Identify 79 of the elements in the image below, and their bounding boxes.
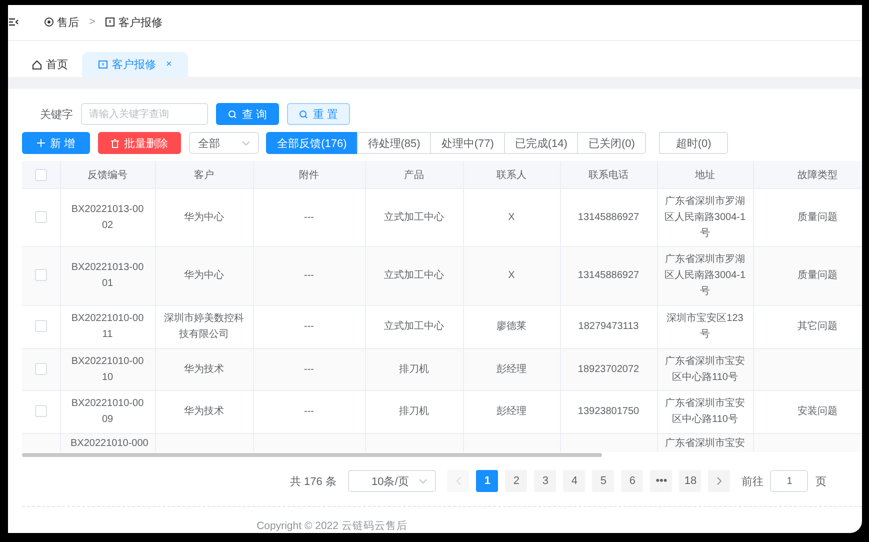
menu-icon[interactable]	[8, 16, 20, 28]
row-checkbox[interactable]	[34, 269, 47, 282]
filter-tab[interactable]: 全部反馈(176)	[266, 132, 358, 154]
page-button[interactable]: 1	[476, 470, 498, 492]
table-cell: BX20221010-0010	[60, 348, 155, 390]
column-header: 联系人	[463, 161, 560, 188]
copyright-text: Copyright © 2022 云链码云售后	[22, 506, 862, 533]
filter-tab[interactable]: 超时(0)	[658, 132, 728, 154]
column-header: 产品	[365, 161, 463, 188]
home-icon	[32, 60, 42, 70]
table-cell: 广东省深圳市宝安	[657, 434, 753, 452]
search-icon	[228, 110, 237, 118]
tab[interactable]: 首页	[18, 52, 82, 77]
table-cell: BX20221013-0001	[60, 246, 155, 306]
trash-icon	[111, 138, 120, 148]
column-header: 附件	[253, 161, 365, 188]
query-button[interactable]: 查 询	[216, 103, 280, 125]
total-count: 共 176 条	[290, 474, 336, 488]
page-button[interactable]: 18	[679, 470, 702, 492]
page-button[interactable]: •••	[650, 470, 672, 492]
row-checkbox[interactable]	[34, 362, 47, 375]
field-label: 关键字	[40, 108, 73, 122]
chevron-right-icon	[716, 477, 722, 485]
table-cell: 彭经理	[463, 348, 560, 390]
chevron-down-icon	[242, 140, 250, 146]
table-cell: ---	[253, 246, 365, 306]
breadcrumb-item[interactable]: 客户报修	[118, 14, 162, 30]
goto-unit: 页	[815, 474, 826, 488]
tab[interactable]: 客户报修 ×	[82, 52, 188, 77]
previous-page-button[interactable]	[447, 470, 470, 492]
table-cell: ---	[253, 348, 365, 390]
page-input[interactable]: 1	[770, 470, 808, 492]
horizontal-scrollbar[interactable]	[22, 453, 602, 457]
column-header: 反馈编号	[60, 161, 155, 188]
table-cell: 华为中心	[155, 246, 253, 306]
next-page-button[interactable]	[708, 470, 730, 492]
table-cell: X	[463, 246, 560, 306]
table-cell: 13145886927	[560, 246, 657, 306]
goto-label: 前往	[741, 474, 764, 488]
column-header: 联系电话	[560, 161, 657, 188]
column-header: 地址	[657, 161, 753, 188]
breadcrumb-separator: >	[89, 16, 96, 28]
table-cell: 质量问题	[753, 246, 862, 306]
table-cell: 排刀机	[365, 348, 463, 390]
filter-tab[interactable]: 待处理(85)	[356, 132, 432, 154]
close-button[interactable]: ×	[166, 59, 172, 70]
select-all-checkbox[interactable]	[34, 168, 47, 180]
add-button[interactable]: 新 增	[22, 132, 90, 154]
page-size-select[interactable]: 10条/页	[348, 470, 436, 492]
row-checkbox[interactable]	[34, 210, 47, 223]
column-header: 客户	[155, 161, 253, 188]
batch-delete-button[interactable]: 批量删除	[98, 132, 182, 154]
column-header: 故障类型	[753, 161, 862, 188]
table-cell: 立式加工中心	[365, 246, 463, 306]
chevron-left-icon	[456, 477, 461, 485]
page-button[interactable]: 2	[505, 470, 528, 492]
page-button[interactable]: 6	[621, 470, 644, 492]
plus-icon	[37, 139, 45, 147]
table-cell: 广东省深圳市宝安区中心路110号	[657, 348, 753, 390]
search-icon	[299, 110, 308, 118]
page-button[interactable]: 3	[534, 470, 556, 492]
page-button[interactable]: 5	[592, 470, 614, 492]
filter-tab[interactable]: 已完成(14)	[504, 132, 578, 154]
breadcrumb-item[interactable]: 售后	[57, 14, 79, 30]
filter-tab[interactable]: 已关闭(0)	[577, 132, 646, 154]
row-checkbox[interactable]	[34, 405, 47, 418]
page-button[interactable]: 4	[563, 470, 586, 492]
table-cell: 华为技术	[155, 348, 253, 390]
chevron-down-icon	[419, 478, 428, 484]
table-cell: BX20221010-000	[60, 434, 155, 452]
form-icon	[98, 60, 108, 70]
table-cell: 广东省深圳市罗湖区人民南路3004-1号	[657, 246, 753, 306]
filter-tab[interactable]: 处理中(77)	[430, 132, 505, 154]
form-icon	[105, 17, 116, 28]
table-cell: 18923702072	[560, 348, 657, 390]
reset-button[interactable]: 重 置	[287, 103, 350, 125]
search-field[interactable]: 请输入关键字查询	[81, 103, 208, 125]
row-checkbox[interactable]	[34, 320, 47, 332]
status-select[interactable]: 全部	[189, 132, 260, 154]
